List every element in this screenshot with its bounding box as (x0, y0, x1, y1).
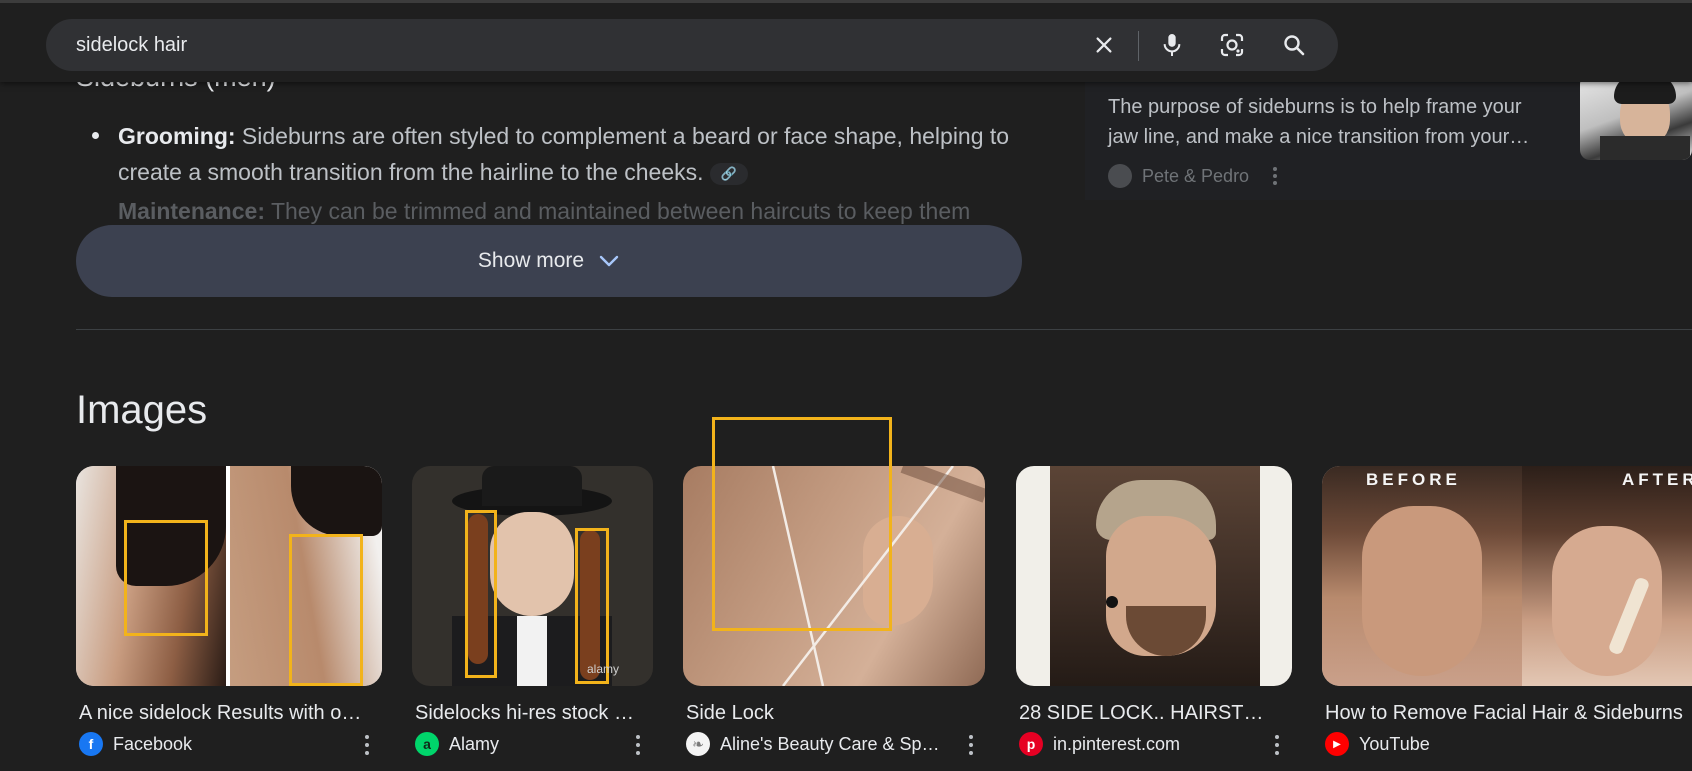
link-icon[interactable]: 🔗 (709, 162, 748, 185)
facebook-icon: f (79, 732, 103, 756)
show-more-label: Show more (477, 249, 585, 272)
bullet-label: Grooming: (118, 123, 236, 149)
faded-bullet: Maintenance: They can be trimmed and mai… (118, 198, 1018, 225)
images-heading: Images (76, 388, 208, 432)
more-options-icon[interactable] (632, 735, 644, 755)
search-input[interactable]: sidelock hair (76, 34, 187, 57)
image-result-5[interactable]: BEFORE AFTER (1322, 466, 1692, 686)
section-divider (76, 329, 1692, 330)
source-label: Alamy (449, 733, 500, 754)
before-label: BEFORE (1366, 470, 1461, 489)
highlight-box (289, 534, 363, 686)
search-box[interactable]: sidelock hair (46, 19, 1338, 71)
show-more-button[interactable]: Show more (76, 225, 1022, 297)
source-label: in.pinterest.com (1053, 733, 1181, 754)
highlight-box (712, 417, 892, 631)
faded-body: They can be trimmed and maintained betwe… (264, 198, 971, 224)
image-source-4[interactable]: p in.pinterest.com (1019, 732, 1180, 756)
faded-label: Maintenance: (118, 198, 265, 224)
image-caption-4[interactable]: 28 SIDE LOCK.. HAIRST… (1019, 702, 1289, 725)
image-result-4[interactable] (1016, 466, 1292, 686)
pinterest-icon: p (1019, 732, 1043, 756)
chevron-down-icon (599, 255, 619, 267)
image-caption-5[interactable]: How to Remove Facial Hair & Sideburns (1325, 702, 1692, 725)
image-source-1[interactable]: f Facebook (79, 732, 192, 756)
source-label: Aline's Beauty Care & Sp… (720, 733, 940, 754)
highlight-box (465, 510, 497, 678)
image-source-3[interactable]: ❧ Aline's Beauty Care & Sp… (686, 732, 940, 756)
image-caption-2[interactable]: Sidelocks hi-res stock … (415, 702, 650, 725)
image-caption-3[interactable]: Side Lock (686, 702, 982, 725)
image-result-1[interactable] (76, 466, 382, 686)
more-options-icon[interactable] (965, 735, 977, 755)
more-options-icon[interactable] (1273, 167, 1278, 185)
highlight-box (575, 528, 609, 684)
clear-icon[interactable] (1088, 29, 1120, 61)
pete-pedro-icon (1108, 164, 1132, 188)
source-row: Pete & Pedro (1108, 164, 1278, 188)
image-source-5[interactable]: ▶ YouTube (1325, 732, 1430, 756)
bullet-dot (92, 132, 99, 139)
watermark: alamy (587, 662, 620, 676)
image-result-2[interactable]: alamy (412, 466, 653, 686)
highlight-box (124, 520, 208, 636)
top-search-bar: sidelock hair (0, 0, 1692, 82)
microphone-icon[interactable] (1156, 29, 1188, 61)
source-label: Facebook (113, 733, 193, 754)
more-options-icon[interactable] (1271, 735, 1283, 755)
after-label: AFTER (1622, 470, 1692, 489)
image-caption-1[interactable]: A nice sidelock Results with o… (79, 702, 379, 725)
source-snippet: The purpose of sideburns is to help fram… (1108, 96, 1530, 148)
source-thumbnail[interactable] (1580, 74, 1692, 160)
image-source-2[interactable]: a Alamy (415, 732, 499, 756)
source-label: YouTube (1359, 733, 1430, 754)
leaf-icon: ❧ (686, 732, 710, 756)
more-options-icon[interactable] (361, 735, 373, 755)
bullet-body: Sideburns are often styled to complement… (118, 123, 1010, 185)
lens-camera-icon[interactable] (1216, 29, 1248, 61)
source-name: Pete & Pedro (1142, 165, 1250, 186)
alamy-icon: a (415, 732, 439, 756)
search-divider (1138, 31, 1139, 61)
bullet-grooming: Grooming: Sideburns are often styled to … (118, 118, 1028, 190)
youtube-icon: ▶ (1325, 732, 1349, 756)
search-icon[interactable] (1278, 29, 1310, 61)
